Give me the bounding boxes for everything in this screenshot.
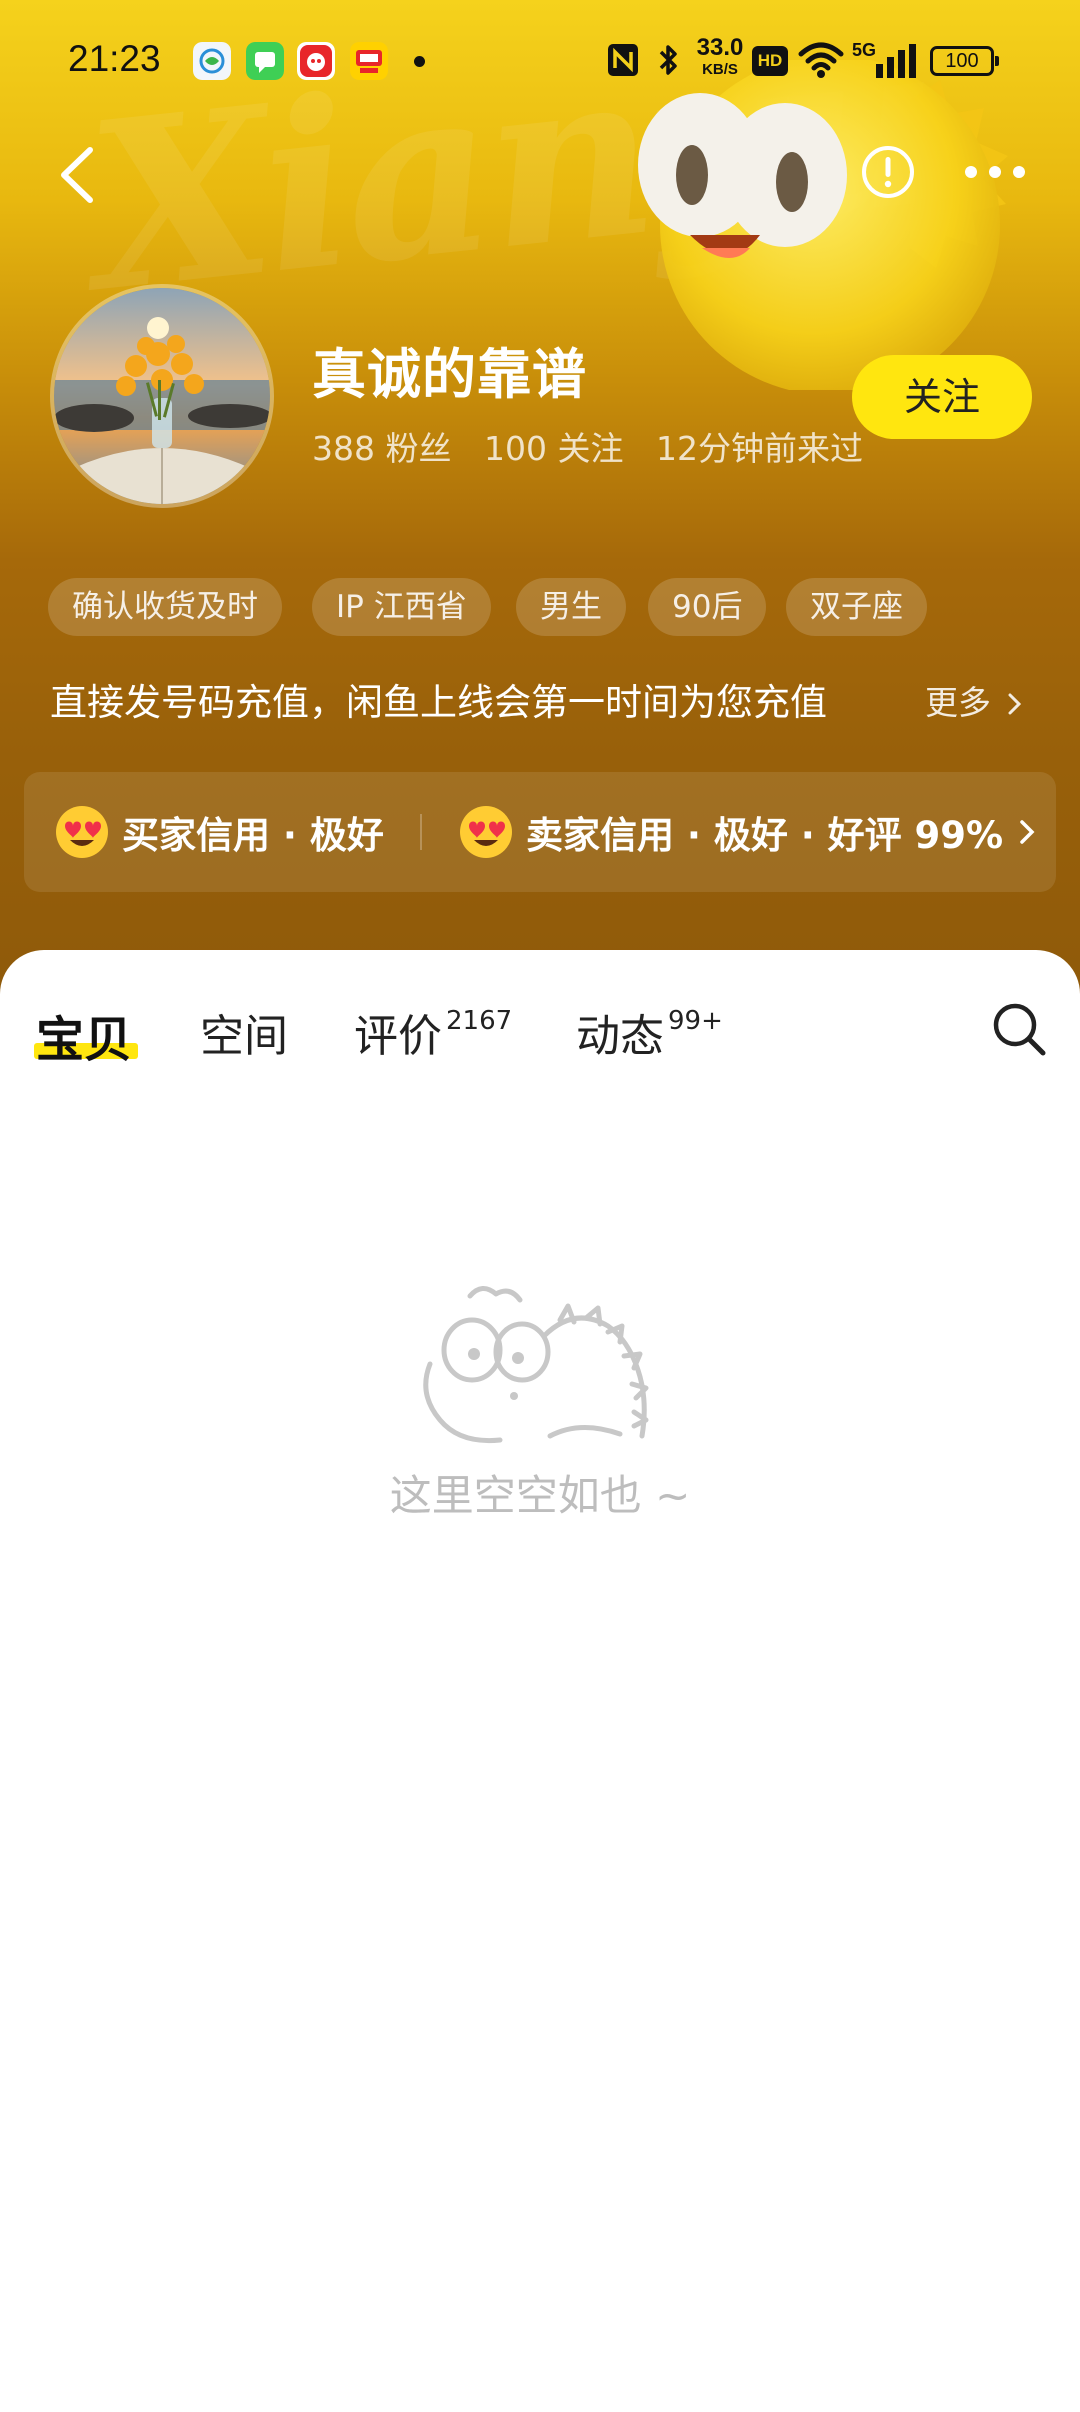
cellular-signal: 5G: [852, 40, 920, 80]
tab-reviews-count: 2167: [446, 1006, 513, 1036]
tab-activity-count: 99+: [668, 1006, 723, 1036]
buyer-credit: 买家信用 · 极好: [54, 772, 384, 892]
battery-indicator: 100: [930, 46, 999, 76]
wifi-icon: [798, 42, 844, 78]
messages-app-icon: [246, 42, 284, 80]
tab-items[interactable]: 宝贝: [36, 1000, 132, 1070]
nfc-icon: [608, 44, 638, 76]
china-mobile-app-icon: [193, 42, 231, 80]
pinduoduo-app-icon: [297, 42, 335, 80]
buyer-credit-text: 买家信用 · 极好: [122, 814, 384, 857]
empty-state-text: 这里空空如也 ~: [389, 1471, 691, 1520]
tab-reviews[interactable]: 评价 2167: [354, 1000, 512, 1064]
empty-state-mascot-icon: [423, 1286, 649, 1444]
hd-badge: HD: [752, 46, 788, 76]
tab-activity[interactable]: 动态 99+: [576, 1000, 723, 1064]
heart-eyes-emoji-icon: [460, 806, 512, 858]
follow-button[interactable]: 关注: [852, 355, 1032, 439]
report-button[interactable]: [860, 144, 916, 200]
bio-more-label: 更多: [925, 683, 991, 722]
more-options-button[interactable]: [962, 150, 1028, 194]
profile-stats: 388 粉丝 100 关注 12分钟前来过: [312, 422, 885, 470]
chevron-right-icon: [1020, 820, 1035, 844]
chevron-right-icon: [1008, 693, 1021, 715]
bio-more-link[interactable]: 更多: [925, 676, 1024, 724]
meituan-app-icon: [350, 42, 388, 80]
fans-count[interactable]: 388 粉丝: [312, 429, 451, 468]
last-seen: 12分钟前来过: [655, 429, 863, 468]
tag-ip-location: IP 江西省: [312, 578, 491, 636]
avatar[interactable]: [50, 284, 274, 508]
tag-zodiac: 双子座: [786, 578, 927, 636]
network-speed: 33.0 KB/S: [696, 34, 744, 78]
following-count[interactable]: 100 关注: [484, 429, 623, 468]
username: 真诚的靠谱: [312, 343, 587, 406]
search-icon[interactable]: [990, 1000, 1048, 1058]
seller-credit: 卖家信用 · 极好 · 好评 99%: [458, 772, 1039, 892]
notification-dot: [414, 56, 425, 67]
back-button[interactable]: [52, 140, 102, 210]
avatar-image: [54, 288, 270, 504]
heart-eyes-emoji-icon: [56, 806, 108, 858]
credit-summary[interactable]: 买家信用 · 极好 卖家信用 · 极好 · 好评 99%: [24, 772, 1056, 892]
status-bar: 21:23 33.0 KB/S HD 5G 100: [0, 0, 1080, 120]
seller-credit-text: 卖家信用 · 极好 · 好评 99%: [526, 814, 1004, 857]
content-sheet: 宝贝 空间 评价 2167 动态 99+ 这里空空如也 ~: [0, 950, 1080, 2412]
credit-divider: [420, 814, 422, 850]
status-time: 21:23: [68, 38, 161, 79]
tab-activity-label: 动态: [576, 1011, 664, 1062]
tag-age-group: 90后: [648, 578, 767, 636]
network-type-label: 5G: [852, 40, 877, 60]
tab-space-label: 空间: [200, 1011, 288, 1062]
profile-bio: 直接发号码充值，闲鱼上线会第一时间为您充值: [50, 681, 827, 724]
tab-items-label: 宝贝: [36, 1012, 133, 1068]
tab-space[interactable]: 空间: [200, 1000, 288, 1064]
tag-confirm-receipt: 确认收货及时: [48, 578, 282, 636]
tab-reviews-label: 评价: [354, 1011, 442, 1062]
bluetooth-icon: [659, 45, 677, 75]
tag-gender: 男生: [516, 578, 626, 636]
signal-bars-icon: [876, 44, 916, 78]
